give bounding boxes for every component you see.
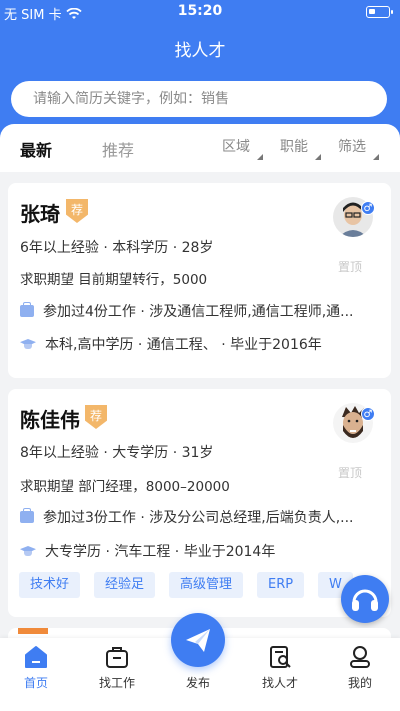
skill-tag: 经验足	[94, 572, 156, 598]
nav-find-talent-label: 找人才	[261, 676, 298, 690]
gender-male-icon: ♂	[361, 201, 375, 215]
caret-icon	[373, 154, 379, 160]
user-icon	[350, 646, 370, 668]
education-row: 本科,高中学历 · 通信工程、 · 毕业于2016年	[20, 334, 322, 354]
publish-button[interactable]	[171, 613, 225, 667]
education-text: 大专学历 · 汽车工程 · 毕业于2014年	[45, 544, 276, 560]
graduation-cap-icon	[20, 545, 36, 557]
work-history-row: 参加过4份工作 · 涉及通信工程师,通信工程师,通...	[20, 301, 354, 321]
recommend-badge: 荐	[66, 199, 88, 223]
recommend-badge: 荐	[85, 405, 107, 429]
headset-icon	[352, 589, 378, 611]
talent-search-icon	[270, 646, 291, 668]
status-bar: 无 SIM 卡 15:20	[0, 0, 400, 24]
filter-area[interactable]: 区域	[222, 136, 263, 160]
gender-male-icon: ♂	[361, 407, 375, 421]
candidate-name: 陈佳伟	[20, 408, 80, 432]
filter-more-label: 筛选	[338, 139, 366, 155]
graduation-cap-icon	[20, 338, 36, 350]
candidate-summary: 8年以上经验 · 大专学历 · 31岁	[20, 445, 214, 461]
work-history-row: 参加过3份工作 · 涉及分公司总经理,后端负责人,...	[20, 507, 354, 527]
nav-find-job-label: 找工作	[98, 676, 135, 690]
candidate-card[interactable]: 陈佳伟 荐 ♂ 置顶 8年以上经验 · 大专学历 · 31岁 求职期望 部门经理…	[8, 389, 391, 617]
briefcase-outline-icon	[106, 647, 128, 668]
pin-top-button[interactable]: 置顶	[338, 258, 362, 275]
tab-recommended[interactable]: 推荐	[102, 137, 134, 161]
pin-top-button[interactable]: 置顶	[338, 464, 362, 481]
candidate-summary: 6年以上经验 · 本科学历 · 28岁	[20, 240, 214, 256]
nav-home-label: 首页	[23, 676, 48, 690]
clock: 15:20	[177, 3, 223, 19]
home-icon	[25, 646, 47, 668]
skill-tag: 高级管理	[169, 572, 244, 598]
paper-plane-icon	[186, 629, 210, 652]
education-text: 本科,高中学历 · 通信工程、 · 毕业于2016年	[45, 337, 322, 353]
tab-latest[interactable]: 最新	[20, 137, 52, 161]
candidate-card[interactable]: 张琦 荐 ♂ 置顶 6年以上经验 · 本科学历 · 28岁 求职期望 目前期望转…	[8, 183, 391, 378]
page-title: 找人才	[174, 41, 226, 61]
briefcase-icon	[20, 302, 34, 317]
filter-area-label: 区域	[222, 139, 250, 155]
caret-icon	[257, 154, 263, 160]
caret-icon	[315, 154, 321, 160]
briefcase-icon	[20, 508, 34, 523]
battery-icon	[366, 6, 393, 18]
search-input[interactable]: 请输入简历关键字，例如：销售	[11, 81, 387, 117]
skill-tag: ERP	[257, 572, 305, 598]
work-history-text: 参加过3份工作 · 涉及分公司总经理,后端负责人,...	[43, 510, 354, 526]
skill-tag: 技术好	[19, 572, 81, 598]
work-history-text: 参加过4份工作 · 涉及通信工程师,通信工程师,通...	[43, 304, 354, 320]
tab-bar: 最新 推荐 区域 职能 筛选	[0, 124, 400, 172]
candidate-expectation: 求职期望 部门经理，8000–20000	[20, 479, 230, 495]
nav-mine-label: 我的	[347, 676, 372, 690]
filter-position-label: 职能	[280, 139, 308, 155]
card-ribbon	[18, 628, 48, 634]
filter-position[interactable]: 职能	[280, 136, 321, 160]
candidate-name: 张琦	[20, 202, 60, 226]
customer-service-button[interactable]	[341, 575, 389, 623]
filter-more[interactable]: 筛选	[338, 136, 379, 160]
education-row: 大专学历 · 汽车工程 · 毕业于2014年	[20, 541, 275, 561]
nav-publish-label: 发布	[185, 676, 210, 690]
candidate-expectation: 求职期望 目前期望转行，5000	[20, 272, 208, 288]
